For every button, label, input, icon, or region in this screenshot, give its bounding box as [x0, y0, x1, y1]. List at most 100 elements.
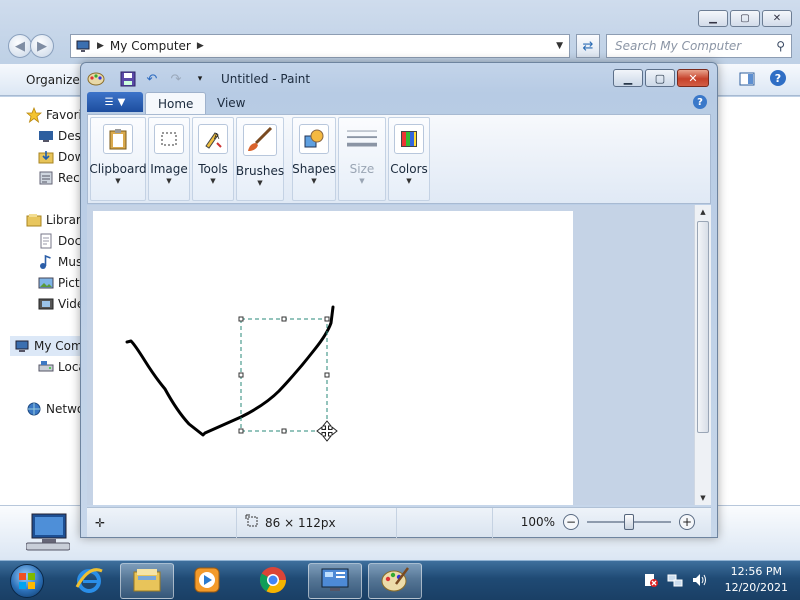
colors-icon — [394, 124, 424, 154]
zoom-in-button[interactable]: + — [679, 514, 695, 530]
paint-minimize-button[interactable]: ▁ — [613, 69, 643, 87]
explorer-maximize-button[interactable]: ▢ — [730, 10, 760, 27]
breadcrumb-arrow-icon: ▶ — [97, 41, 104, 51]
save-icon[interactable] — [119, 70, 137, 88]
paint-icon — [380, 566, 410, 597]
volume-icon[interactable] — [691, 572, 707, 588]
explorer-window-controls: ▁ ▢ ✕ — [698, 10, 792, 27]
start-button[interactable] — [4, 562, 50, 600]
nav-favorites[interactable]: Favorites — [26, 105, 80, 125]
paint-menu-button[interactable]: ☰ ▼ — [87, 92, 143, 112]
taskbar-control-panel[interactable] — [308, 563, 362, 599]
drawn-stroke — [125, 305, 335, 437]
vertical-scrollbar[interactable]: ▲ ▼ — [694, 205, 711, 505]
back-button[interactable]: ◀ — [8, 34, 32, 58]
dropdown-arrow-icon: ▼ — [210, 177, 216, 185]
zoom-control: 100% − + — [521, 513, 695, 531]
tab-home[interactable]: Home — [145, 92, 207, 114]
menu-icon: ☰ — [104, 96, 114, 108]
chrome-icon — [258, 565, 288, 598]
nav-network[interactable]: Network — [26, 399, 80, 419]
nav-pictures[interactable]: Pictures — [38, 273, 80, 293]
forward-button[interactable]: ▶ — [30, 34, 54, 58]
zoom-slider[interactable] — [587, 513, 671, 531]
tools-group[interactable]: A Tools ▼ — [192, 117, 234, 201]
action-center-icon[interactable] — [643, 572, 659, 588]
desktop-icon — [38, 128, 54, 144]
dropdown-arrow-icon: ▼ — [311, 177, 317, 185]
dropdown-arrow-icon: ▼ — [359, 177, 365, 185]
nav-music[interactable]: Music — [38, 252, 80, 272]
tools-icon: A — [198, 124, 228, 154]
nav-local-disk[interactable]: Local Disk (C:) — [38, 357, 80, 377]
paint-maximize-button[interactable]: ▢ — [645, 69, 675, 87]
select-icon — [154, 124, 184, 154]
preview-pane-icon[interactable] — [738, 70, 756, 88]
system-clock[interactable]: 12:56 PM 12/20/2021 — [725, 564, 788, 596]
explorer-close-button[interactable]: ✕ — [762, 10, 792, 27]
taskbar-windows-explorer[interactable] — [120, 563, 174, 599]
size-group: Size ▼ — [338, 117, 386, 201]
zoom-level: 100% — [520, 515, 555, 529]
selection-size-icon — [245, 514, 259, 531]
taskbar-media-player[interactable] — [180, 563, 234, 599]
selection-size: 86 × 112px — [265, 515, 336, 530]
zoom-slider-knob[interactable] — [624, 514, 634, 530]
windows-logo-icon — [10, 564, 44, 598]
shapes-icon — [299, 124, 329, 154]
colors-group[interactable]: Colors ▼ — [388, 117, 430, 201]
taskbar-chrome[interactable] — [246, 563, 300, 599]
zoom-out-button[interactable]: − — [563, 514, 579, 530]
nav-recent-places[interactable]: Recent Places — [38, 168, 80, 188]
nav-libraries[interactable]: Libraries — [26, 210, 80, 230]
search-input[interactable]: Search My Computer ⚲ — [606, 34, 792, 58]
system-tray: 12:56 PM 12/20/2021 — [643, 564, 788, 596]
computer-icon — [14, 338, 30, 354]
search-icon[interactable]: ⚲ — [776, 39, 785, 53]
address-text: My Computer — [109, 39, 191, 53]
taskbar-paint[interactable] — [368, 563, 422, 599]
scroll-down-arrow-icon[interactable]: ▼ — [695, 491, 711, 505]
move-cursor-icon — [316, 420, 338, 442]
computer-large-icon — [25, 512, 71, 555]
ribbon-tabs: ☰ ▼ Home View ? — [87, 92, 711, 114]
image-group[interactable]: Image ▼ — [148, 117, 190, 201]
svg-text:A: A — [214, 132, 220, 141]
nav-documents[interactable]: Documents — [38, 231, 80, 251]
scrollbar-thumb[interactable] — [697, 221, 709, 433]
taskbar-internet-explorer[interactable] — [62, 563, 116, 599]
clipboard-icon — [103, 124, 133, 154]
recent-places-icon — [38, 170, 54, 186]
address-bar[interactable]: ▶ My Computer ▶ ▼ — [70, 34, 570, 58]
explorer-minimize-button[interactable]: ▁ — [698, 10, 728, 27]
organize-button[interactable]: Organize — [26, 73, 80, 87]
paint-palette-icon[interactable] — [87, 70, 105, 88]
clipboard-group[interactable]: Clipboard ▼ — [89, 117, 147, 201]
refresh-button[interactable]: ⇄ — [576, 34, 600, 58]
documents-icon — [38, 233, 54, 249]
paint-window: ↶ ↷ ▾ Untitled - Paint ▁ ▢ ✕ ☰ ▼ Home Vie… — [80, 62, 718, 538]
nav-desktop[interactable]: Desktop — [38, 126, 80, 146]
redo-icon[interactable]: ↷ — [167, 70, 185, 88]
scroll-up-arrow-icon[interactable]: ▲ — [695, 205, 711, 219]
quick-access-dropdown-icon[interactable]: ▾ — [191, 70, 209, 88]
selection-rectangle — [240, 318, 328, 432]
nav-videos[interactable]: Videos — [38, 294, 80, 314]
cursor-position-segment: ✛ — [87, 507, 237, 538]
drawing-canvas[interactable] — [93, 211, 573, 505]
shapes-group[interactable]: Shapes ▼ — [292, 117, 336, 201]
cursor-position-icon: ✛ — [95, 515, 106, 530]
nav-my-computer[interactable]: My Computer — [10, 336, 80, 356]
brushes-group[interactable]: Brushes ▼ — [236, 117, 284, 201]
undo-icon[interactable]: ↶ — [143, 70, 161, 88]
tab-view[interactable]: View — [205, 92, 257, 114]
address-dropdown-icon[interactable]: ▼ — [556, 41, 563, 51]
ribbon-help-icon[interactable]: ? — [693, 95, 707, 109]
breadcrumb-arrow-icon[interactable]: ▶ — [197, 41, 204, 51]
dropdown-arrow-icon: ▼ — [166, 177, 172, 185]
paint-close-button[interactable]: ✕ — [677, 69, 709, 87]
help-icon[interactable]: ? — [770, 70, 786, 86]
network-status-icon[interactable] — [667, 572, 683, 588]
nav-downloads[interactable]: Downloads — [38, 147, 80, 167]
hard-drive-icon — [38, 359, 54, 375]
